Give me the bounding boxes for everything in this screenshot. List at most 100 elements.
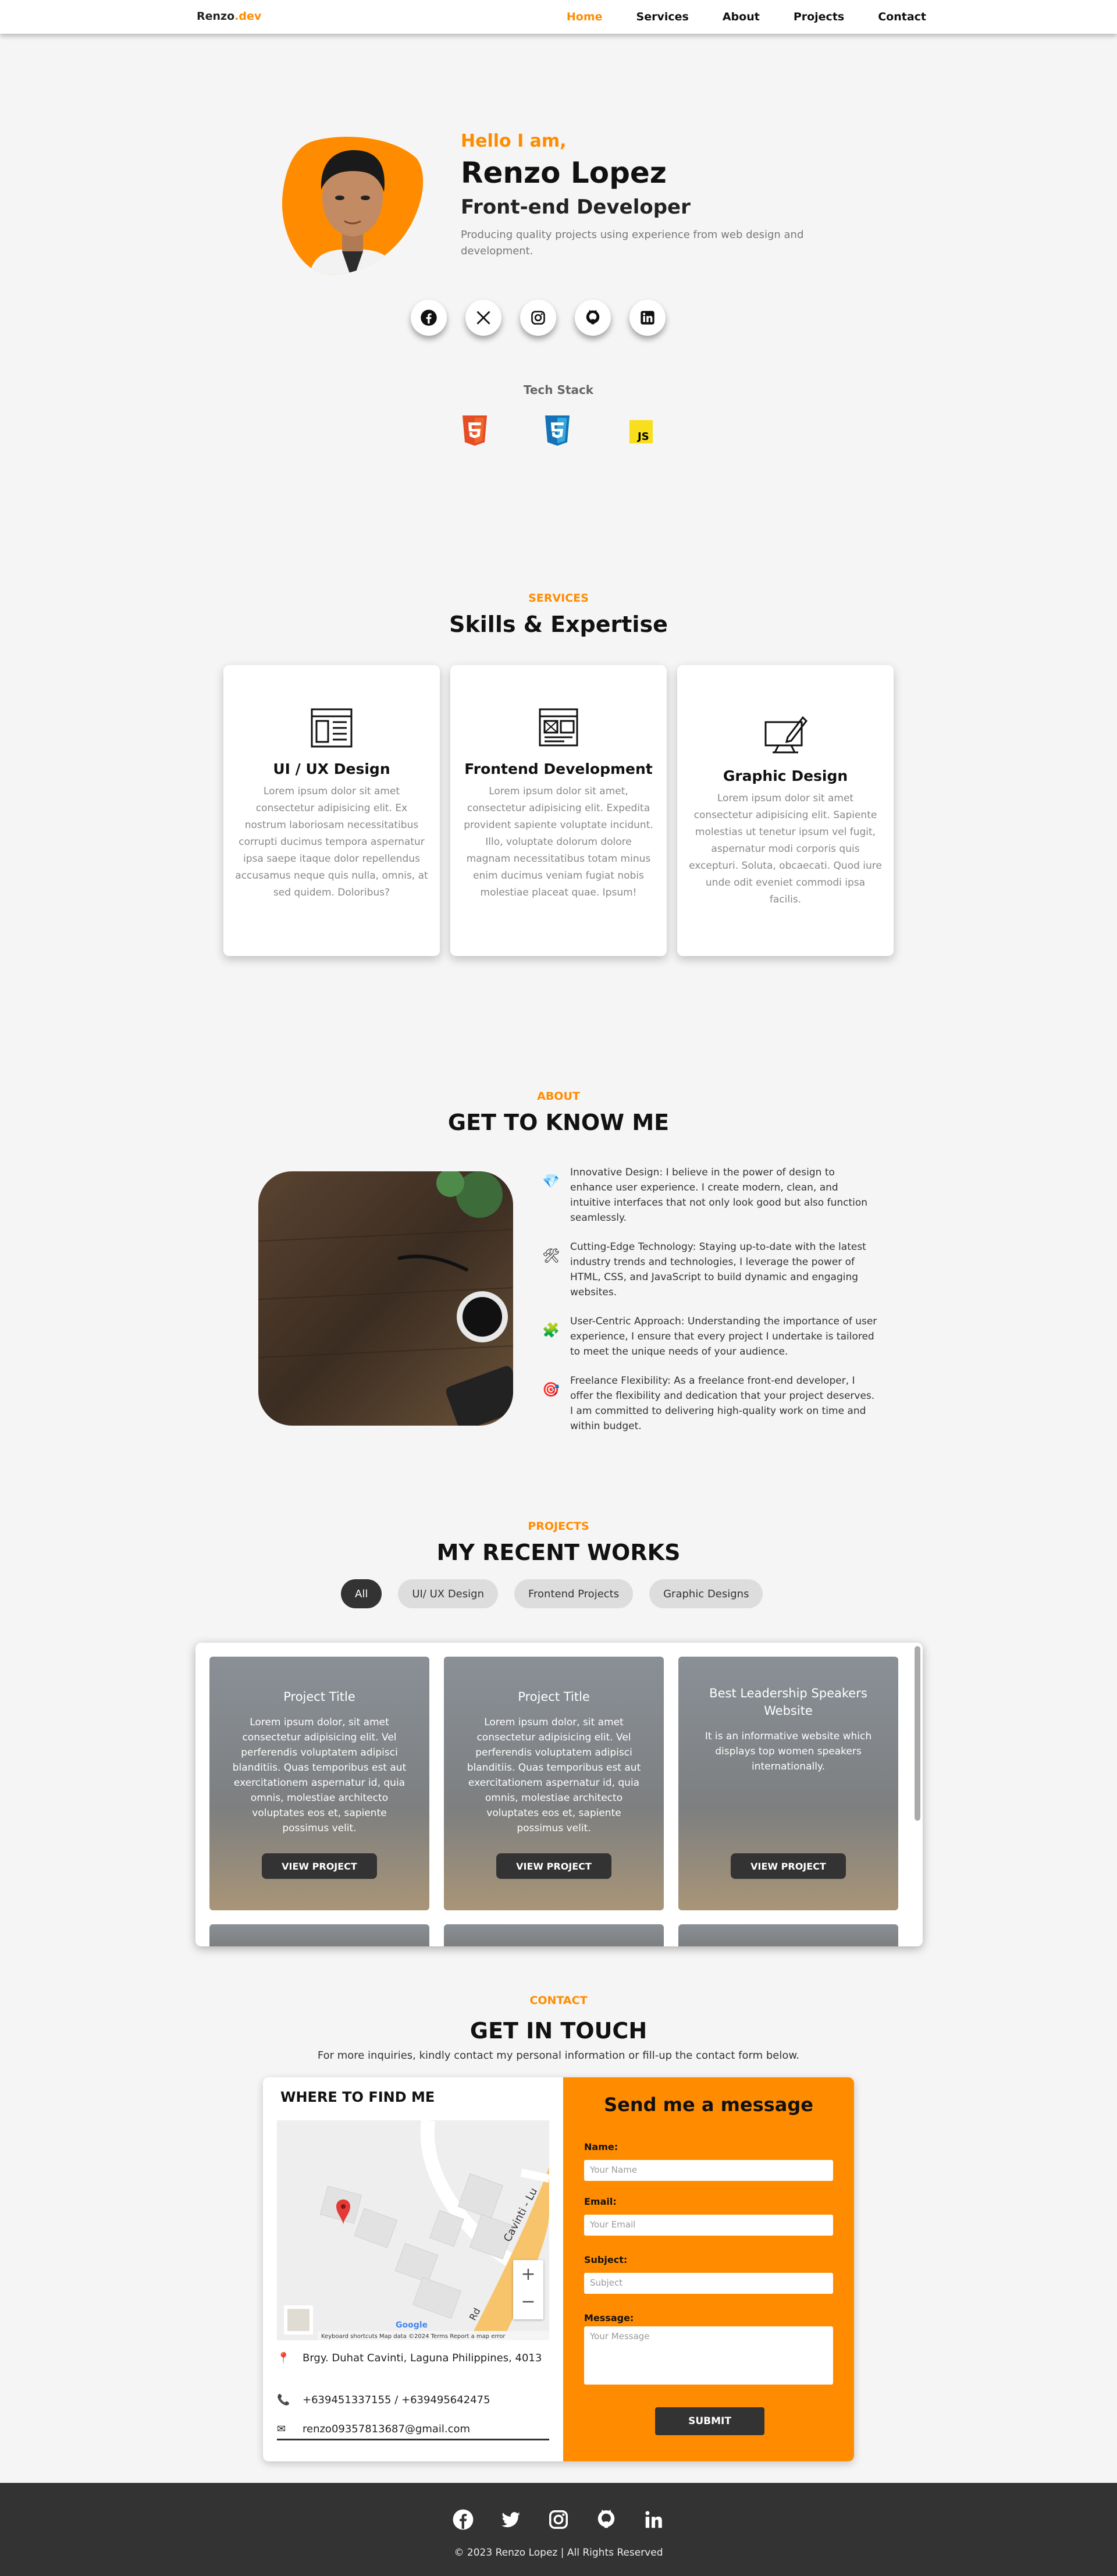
css3-icon: [543, 414, 571, 447]
nav-projects[interactable]: Projects: [794, 10, 844, 23]
find-me-title: WHERE TO FIND ME: [280, 2089, 435, 2105]
name-label: Name:: [584, 2141, 618, 2152]
email-input[interactable]: Your Email: [584, 2215, 833, 2236]
nav-about[interactable]: About: [723, 10, 760, 23]
nav-menu: Home Services About Projects Contact: [533, 0, 926, 34]
hero-tagline: Producing quality projects using experie…: [461, 229, 804, 257]
footer: © 2023 Renzo Lopez | All Rights Reserved: [0, 2483, 1117, 2576]
project-title: Project Title: [283, 1690, 355, 1704]
hero-greeting: Hello I am,: [461, 131, 567, 151]
contact-subtitle: For more inquiries, kindly contact my pe…: [317, 2049, 800, 2062]
subject-label: Subject:: [584, 2254, 628, 2265]
top-navbar: Renzo.dev Home Services About Projects C…: [0, 0, 1117, 34]
zoom-in-button[interactable]: +: [513, 2260, 543, 2289]
service-text: Lorem ipsum dolor sit amet consectetur a…: [235, 786, 428, 898]
about-list: 💎 Innovative Design: I believe in the pow…: [542, 1165, 880, 1448]
service-text: Lorem ipsum dolor sit amet consectetur a…: [689, 793, 882, 905]
contact-form-panel: Send me a message Name: Your Name Email:…: [563, 2077, 854, 2461]
service-card-uiux: UI / UX Design Lorem ipsum dolor sit ame…: [223, 665, 440, 956]
ui-design-icon: [311, 708, 353, 748]
site-logo[interactable]: Renzo.dev: [197, 10, 261, 23]
service-title: UI / UX Design: [273, 761, 390, 777]
nav-contact[interactable]: Contact: [878, 10, 926, 23]
facebook-icon[interactable]: [411, 300, 447, 336]
contact-title: GET IN TOUCH: [469, 2018, 648, 2044]
zoom-out-button[interactable]: −: [513, 2289, 543, 2318]
copyright-text: © 2023 Renzo Lopez | All Rights Reserved: [454, 2547, 663, 2559]
projects-title: MY RECENT WORKS: [436, 1540, 681, 1565]
project-card: Best Leadership Speakers Website It is a…: [678, 1657, 898, 1910]
project-text: It is an informative website which displ…: [705, 1731, 872, 1772]
map-zoom-controls: + −: [513, 2260, 543, 2319]
project-title: Project Title: [518, 1690, 590, 1704]
services-kicker: SERVICES: [528, 592, 589, 605]
embedded-map[interactable]: Cavinti - Lu Rd Google Keyboard shortcut…: [277, 2120, 549, 2340]
service-card-graphic: Graphic Design Lorem ipsum dolor sit ame…: [677, 665, 894, 956]
svg-text:JS: JS: [636, 431, 649, 443]
service-card-frontend: Frontend Development Lorem ipsum dolor s…: [450, 665, 667, 956]
view-project-button[interactable]: VIEW PROJECT: [262, 1853, 377, 1879]
about-title: GET TO KNOW ME: [447, 1110, 670, 1135]
email-label: Email:: [584, 2196, 617, 2207]
envelope-icon: ✉: [277, 2423, 286, 2435]
services-title: Skills & Expertise: [449, 612, 668, 637]
about-item: 🎯 Freelance Flexibility: As a freelance f…: [542, 1373, 880, 1434]
github-icon[interactable]: [595, 2509, 617, 2531]
name-input[interactable]: Your Name: [584, 2160, 833, 2181]
map-attribution: Keyboard shortcuts Map data ©2024 Terms …: [321, 2333, 506, 2340]
contact-kicker: CONTACT: [529, 1994, 588, 2007]
projects-gallery[interactable]: Project Title Lorem ipsum dolor, sit ame…: [195, 1643, 923, 1946]
subject-input[interactable]: Subject: [584, 2273, 833, 2294]
twitter-bird-icon[interactable]: [500, 2509, 522, 2531]
project-card-partial: [444, 1924, 664, 1946]
nav-services[interactable]: Services: [636, 10, 689, 23]
email-row: ✉ renzo09357813687@gmail.com: [277, 2423, 549, 2440]
hero-intro: Hello I am, Renzo Lopez Front-end Develo…: [461, 131, 833, 260]
x-icon[interactable]: [465, 300, 501, 336]
project-text: Lorem ipsum dolor, sit amet consectetur …: [232, 1717, 407, 1834]
contact-card: WHERE TO FIND ME Cavinti - Lu Rd Google …: [263, 2077, 854, 2461]
project-filters: All UI/ UX Design Frontend Projects Grap…: [341, 1579, 763, 1608]
google-logo: Google: [396, 2321, 428, 2330]
contact-info-panel: WHERE TO FIND ME Cavinti - Lu Rd Google …: [263, 2077, 563, 2461]
project-card-partial: [678, 1924, 898, 1946]
message-textarea[interactable]: Your Message: [584, 2326, 833, 2385]
github-icon[interactable]: [575, 300, 611, 336]
filter-uiux[interactable]: UI/ UX Design: [398, 1579, 498, 1608]
project-card: Project Title Lorem ipsum dolor, sit ame…: [444, 1657, 664, 1910]
phone-row: 📞 +639451337155 / +639495642475: [277, 2394, 490, 2406]
location-pin-icon: 📍: [277, 2352, 290, 2364]
javascript-icon: JS: [629, 420, 653, 443]
projects-kicker: PROJECTS: [528, 1520, 589, 1533]
view-project-button[interactable]: VIEW PROJECT: [731, 1853, 846, 1879]
filter-all[interactable]: All: [341, 1579, 382, 1608]
facebook-icon[interactable]: [452, 2509, 474, 2531]
submit-button[interactable]: SUBMIT: [655, 2407, 764, 2435]
target-icon: 🎯: [542, 1381, 560, 1398]
about-kicker: ABOUT: [537, 1090, 580, 1103]
nav-home[interactable]: Home: [567, 10, 603, 23]
service-title: Graphic Design: [723, 768, 848, 784]
puzzle-icon: 🧩: [542, 1322, 560, 1338]
service-text: Lorem ipsum dolor sit amet, consectetur …: [464, 786, 653, 898]
view-project-button[interactable]: VIEW PROJECT: [496, 1853, 611, 1879]
tech-stack-title: Tech Stack: [523, 383, 594, 397]
gallery-scrollbar[interactable]: [915, 1646, 920, 1821]
address-row: 📍 Brgy. Duhat Cavinti, Laguna Philippines…: [277, 2348, 545, 2368]
linkedin-icon[interactable]: [643, 2509, 665, 2531]
web-layout-icon: [539, 708, 578, 747]
about-photo: [258, 1171, 513, 1426]
tools-icon: 🛠: [542, 1248, 560, 1264]
filter-frontend[interactable]: Frontend Projects: [514, 1579, 634, 1608]
linkedin-icon[interactable]: [629, 300, 666, 336]
filter-graphic[interactable]: Graphic Designs: [649, 1579, 763, 1608]
instagram-icon[interactable]: [547, 2509, 570, 2531]
project-card: Project Title Lorem ipsum dolor, sit ame…: [209, 1657, 429, 1910]
footer-social-links: [0, 2509, 1117, 2531]
project-text: Lorem ipsum dolor, sit amet consectetur …: [467, 1717, 641, 1834]
instagram-icon[interactable]: [520, 300, 556, 336]
project-title: Best Leadership Speakers Website: [709, 1686, 867, 1718]
hero-name: Renzo Lopez: [461, 156, 667, 190]
design-tablet-icon: [764, 716, 807, 754]
html5-icon: [461, 414, 489, 447]
